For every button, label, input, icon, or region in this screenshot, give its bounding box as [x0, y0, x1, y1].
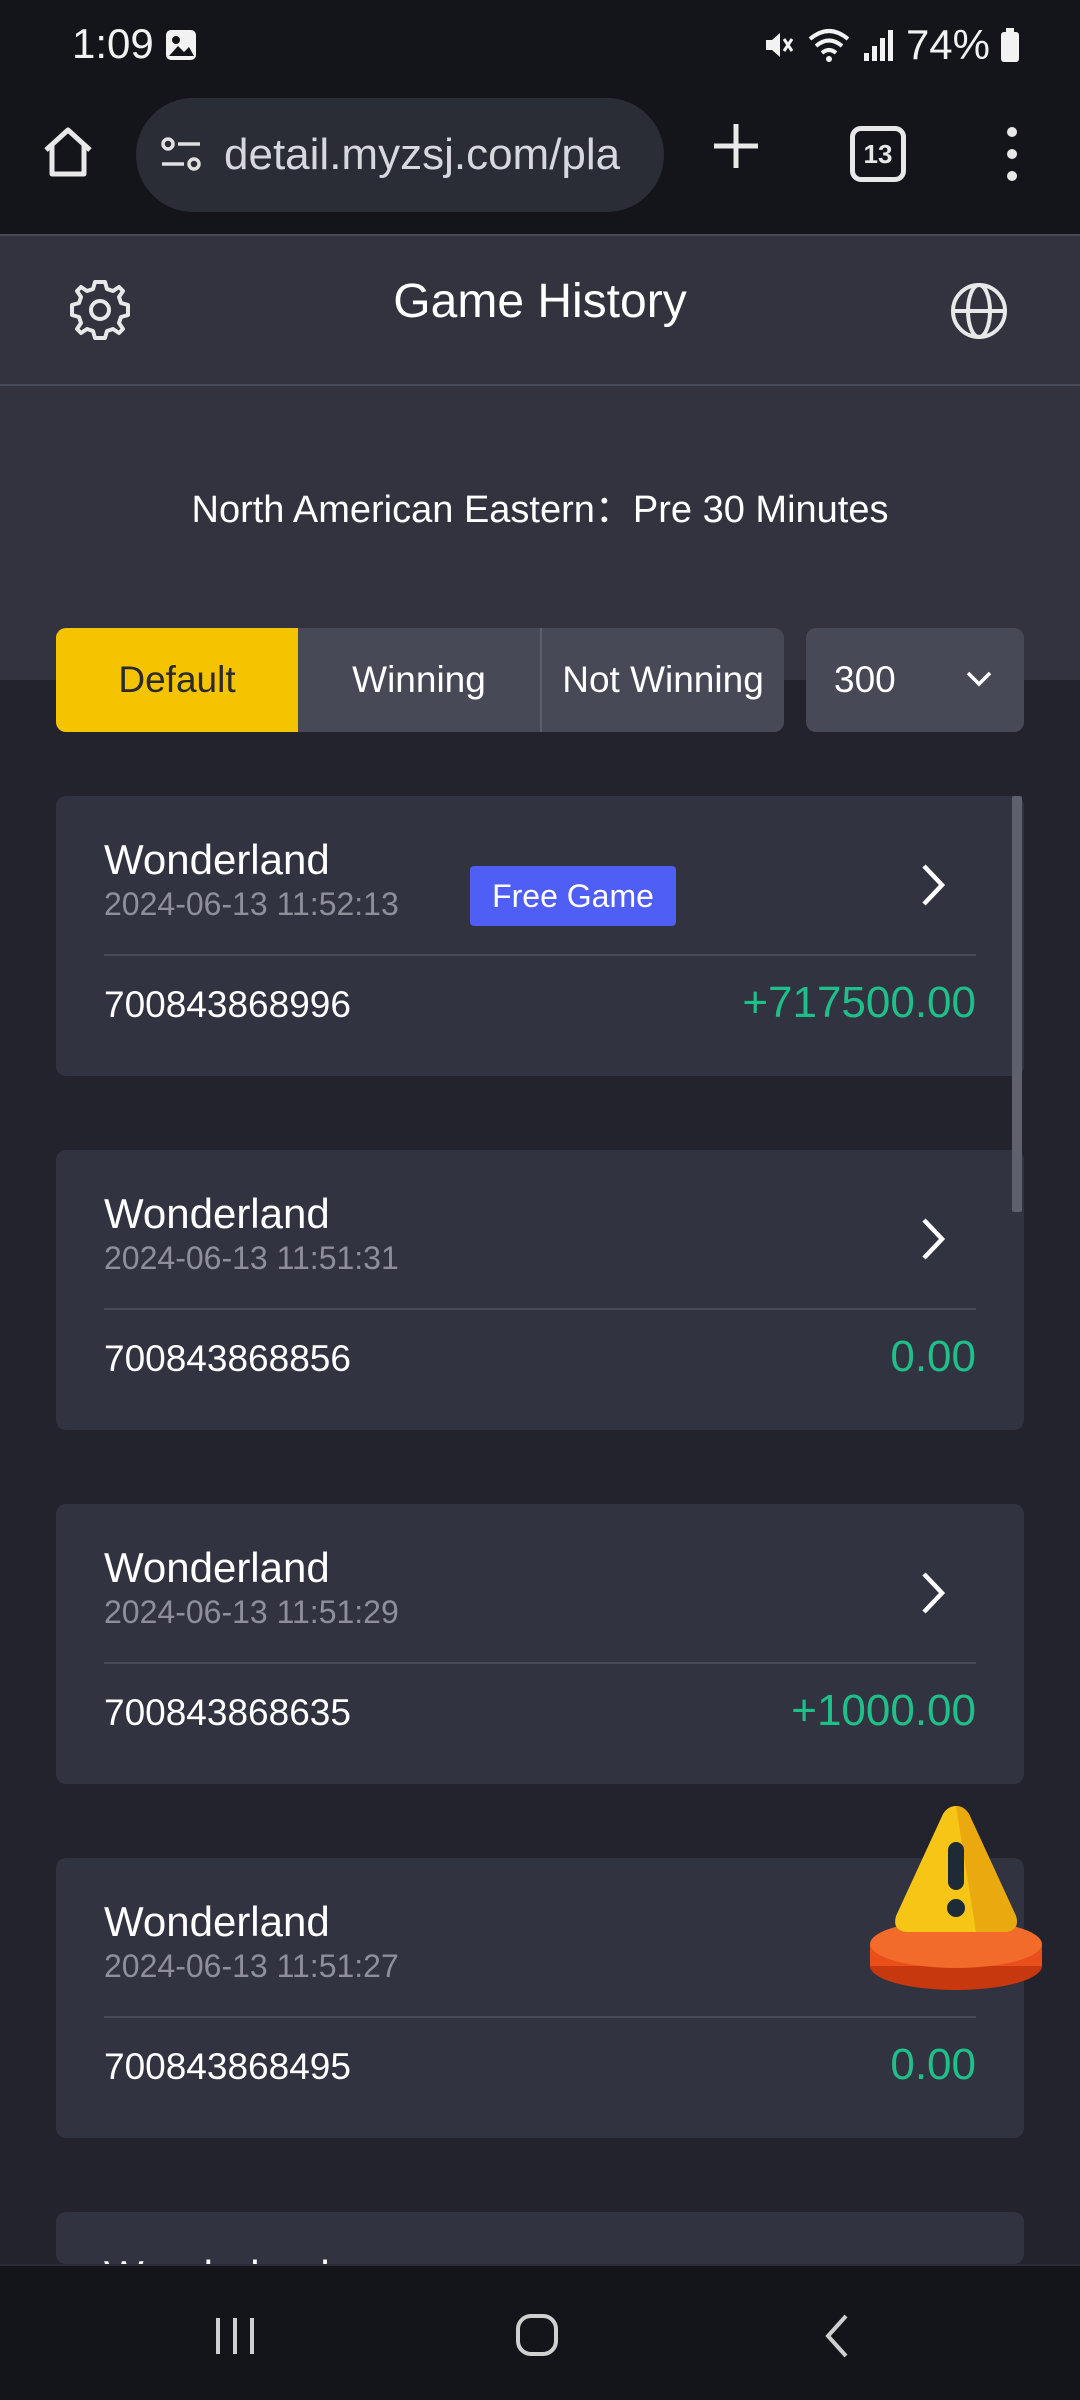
battery-percent: 74%: [905, 21, 990, 68]
record-datetime: 2024-06-13 11:51:29: [104, 1594, 399, 1630]
timezone-label: North American Eastern：Pre 30 Minutes: [191, 489, 889, 531]
status-time: 1:09: [72, 20, 154, 67]
tab-not-winning[interactable]: Not Winning: [540, 628, 784, 732]
signal-icon: [863, 30, 893, 61]
game-name: Wonderland: [104, 1190, 330, 1237]
count-dropdown[interactable]: 300: [806, 628, 1024, 732]
win-amount: 0.00: [890, 1332, 976, 1381]
browser-toolbar: detail.myzsj.com/pla 13: [0, 92, 1080, 234]
url-text[interactable]: detail.myzsj.com/pla: [224, 130, 620, 180]
status-bar: 1:09 74%: [0, 0, 1080, 92]
record-card[interactable]: Wonderland 2024-06-13 11:51:31 700843868…: [56, 1150, 1024, 1430]
win-amount: +1000.00: [791, 1686, 976, 1735]
card-divider: [104, 2016, 976, 2018]
game-name: Wonderland: [104, 2252, 330, 2264]
card-divider: [104, 1662, 976, 1664]
chevron-right-icon[interactable]: [916, 1568, 950, 1618]
tab-switcher-button[interactable]: 13: [850, 126, 906, 182]
record-datetime: 2024-06-13 11:52:13: [104, 886, 399, 922]
system-nav-bar: [0, 2264, 1080, 2400]
home-nav-icon[interactable]: [514, 2312, 560, 2358]
back-icon[interactable]: [822, 2312, 852, 2360]
scrollbar[interactable]: [1012, 796, 1022, 1212]
record-card[interactable]: Wonderland: [56, 2212, 1024, 2264]
chevron-right-icon[interactable]: [916, 1214, 950, 1264]
new-tab-icon[interactable]: [706, 116, 766, 176]
tab-count: 13: [863, 138, 893, 169]
result-filter-tabs: Default Winning Not Winning: [56, 628, 784, 732]
count-value: 300: [834, 659, 896, 700]
win-amount: +717500.00: [742, 978, 976, 1027]
free-game-badge: Free Game: [470, 866, 676, 926]
round-id: 700843868635: [104, 1692, 351, 1733]
card-divider: [104, 1308, 976, 1310]
image-notification-icon: [166, 30, 196, 60]
win-amount: 0.00: [890, 2040, 976, 2089]
globe-icon[interactable]: [946, 278, 1012, 344]
app-header: Game History: [0, 234, 1080, 386]
round-id: 700843868495: [104, 2046, 351, 2087]
record-card[interactable]: Wonderland 2024-06-13 11:51:29 700843868…: [56, 1504, 1024, 1784]
tab-default[interactable]: Default: [56, 628, 298, 732]
tab-winning[interactable]: Winning: [298, 628, 540, 732]
round-id: 700843868856: [104, 1338, 351, 1379]
record-datetime: 2024-06-13 11:51:31: [104, 1240, 399, 1276]
wifi-icon: [808, 29, 850, 62]
more-menu-icon[interactable]: [1000, 122, 1024, 186]
chevron-down-icon: [966, 671, 992, 687]
site-settings-icon[interactable]: [158, 132, 204, 178]
game-name: Wonderland: [104, 1544, 330, 1591]
record-card[interactable]: Wonderland 2024-06-13 11:52:13 Free Game…: [56, 796, 1024, 1076]
battery-icon: [1001, 28, 1019, 62]
game-name: Wonderland: [104, 1898, 330, 1945]
record-datetime: 2024-06-13 11:51:27: [104, 1948, 399, 1984]
home-icon[interactable]: [38, 122, 98, 182]
warning-icon[interactable]: [866, 1796, 1046, 1996]
status-icons: 74%: [760, 20, 1020, 70]
game-name: Wonderland: [104, 836, 330, 883]
round-id: 700843868996: [104, 984, 351, 1025]
page-title: Game History: [393, 275, 687, 328]
recents-icon[interactable]: [212, 2314, 258, 2358]
card-divider: [104, 954, 976, 956]
chevron-right-icon[interactable]: [916, 860, 950, 910]
mute-icon: [765, 33, 794, 57]
address-bar[interactable]: detail.myzsj.com/pla: [136, 98, 664, 212]
